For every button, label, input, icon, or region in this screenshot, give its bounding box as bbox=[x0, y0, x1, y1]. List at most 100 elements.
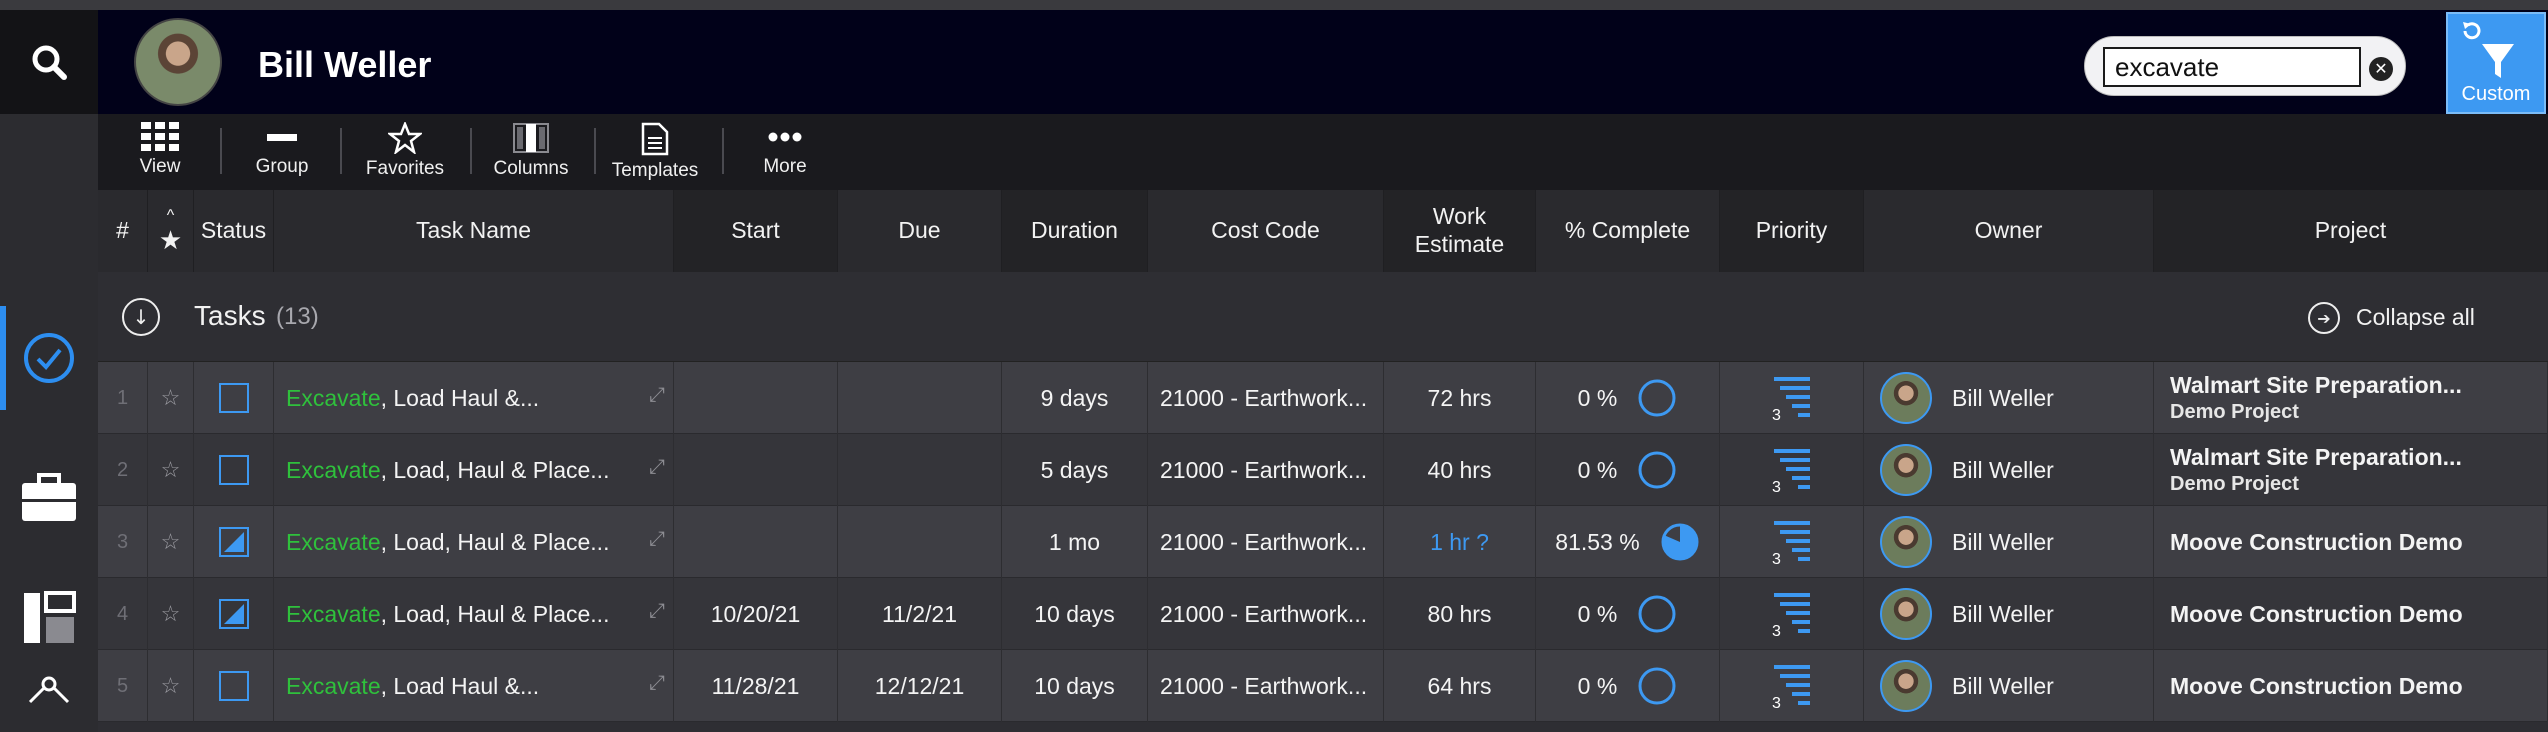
expand-icon[interactable]: ⤢ bbox=[649, 672, 665, 695]
table-row[interactable]: 4 ☆ Excavate, Load, Haul & Place... ⤢ 10/20/… bbox=[98, 578, 2548, 650]
due-cell[interactable]: 12/12/21 bbox=[838, 650, 1002, 722]
cost-code-cell[interactable]: 21000 - Earthwork... bbox=[1148, 362, 1384, 434]
expand-icon[interactable]: ⤢ bbox=[649, 456, 665, 479]
col-status[interactable]: Status bbox=[194, 190, 274, 272]
cost-code-cell[interactable]: 21000 - Earthwork... bbox=[1148, 506, 1384, 578]
table-row[interactable]: 1 ☆ Excavate, Load Haul &... ⤢ 9 days 21000 -… bbox=[98, 362, 2548, 434]
task-name-cell[interactable]: Excavate, Load, Haul & Place... ⤢ bbox=[274, 434, 674, 506]
columns-button[interactable]: Columns bbox=[488, 122, 574, 188]
start-cell[interactable]: 10/20/21 bbox=[674, 578, 838, 650]
collapse-all-icon[interactable]: ➔ bbox=[2308, 302, 2340, 334]
task-name-cell[interactable]: Excavate, Load, Haul & Place... ⤢ bbox=[274, 506, 674, 578]
start-cell[interactable] bbox=[674, 506, 838, 578]
priority-cell[interactable]: 3 bbox=[1720, 578, 1864, 650]
col-start[interactable]: Start bbox=[674, 190, 838, 272]
star-outline-icon[interactable]: ☆ bbox=[161, 601, 181, 627]
task-name-cell[interactable]: Excavate, Load Haul &... ⤢ bbox=[274, 362, 674, 434]
rail-search-button[interactable] bbox=[0, 10, 98, 114]
expand-icon[interactable]: ⤢ bbox=[649, 528, 665, 551]
due-cell[interactable]: 11/2/21 bbox=[838, 578, 1002, 650]
pct-complete-cell[interactable]: 0 % bbox=[1536, 578, 1720, 650]
rail-item-tasks[interactable] bbox=[0, 306, 98, 410]
col-pct-complete[interactable]: % Complete bbox=[1536, 190, 1720, 272]
rail-item-projects[interactable] bbox=[0, 446, 98, 550]
work-estimate-cell[interactable]: 64 hrs bbox=[1384, 650, 1536, 722]
favorites-button[interactable]: Favorites bbox=[360, 122, 450, 188]
task-name-cell[interactable]: Excavate, Load, Haul & Place... ⤢ bbox=[274, 578, 674, 650]
owner-cell[interactable]: Bill Weller bbox=[1864, 578, 2154, 650]
owner-cell[interactable]: Bill Weller bbox=[1864, 506, 2154, 578]
status-checkbox[interactable] bbox=[218, 455, 249, 485]
star-outline-icon[interactable]: ☆ bbox=[161, 457, 181, 483]
start-cell[interactable]: 11/28/21 bbox=[674, 650, 838, 722]
col-due[interactable]: Due bbox=[838, 190, 1002, 272]
col-owner[interactable]: Owner bbox=[1864, 190, 2154, 272]
clear-search-icon[interactable]: ✕ bbox=[2369, 57, 2393, 81]
pct-complete-cell[interactable]: 0 % bbox=[1536, 362, 1720, 434]
priority-cell[interactable]: 3 bbox=[1720, 362, 1864, 434]
owner-cell[interactable]: Bill Weller bbox=[1864, 434, 2154, 506]
col-duration[interactable]: Duration bbox=[1002, 190, 1148, 272]
status-checkbox[interactable] bbox=[218, 383, 249, 413]
start-cell[interactable] bbox=[674, 434, 838, 506]
pct-complete-cell[interactable]: 81.53 % bbox=[1536, 506, 1720, 578]
duration-cell[interactable]: 5 days bbox=[1002, 434, 1148, 506]
group-button[interactable]: Group bbox=[248, 122, 316, 188]
col-work-estimate[interactable]: Work Estimate bbox=[1384, 190, 1536, 272]
col-cost-code[interactable]: Cost Code bbox=[1148, 190, 1384, 272]
start-cell[interactable] bbox=[674, 362, 838, 434]
user-avatar[interactable] bbox=[134, 18, 222, 106]
group-toggle-icon[interactable]: ↓ bbox=[122, 298, 160, 336]
due-cell[interactable] bbox=[838, 506, 1002, 578]
cost-code-cell[interactable]: 21000 - Earthwork... bbox=[1148, 650, 1384, 722]
pct-complete-cell[interactable]: 0 % bbox=[1536, 434, 1720, 506]
col-favorite[interactable]: ^ ★ bbox=[148, 190, 194, 272]
rail-item-network[interactable] bbox=[0, 672, 98, 732]
more-button[interactable]: More bbox=[750, 122, 820, 188]
status-checkbox[interactable] bbox=[218, 527, 249, 557]
project-cell[interactable]: Walmart Site Preparation... Demo Project bbox=[2154, 434, 2548, 506]
status-checkbox[interactable] bbox=[218, 671, 249, 701]
duration-cell[interactable]: 10 days bbox=[1002, 650, 1148, 722]
view-button[interactable]: View bbox=[130, 122, 190, 188]
duration-cell[interactable]: 1 mo bbox=[1002, 506, 1148, 578]
pct-complete-cell[interactable]: 0 % bbox=[1536, 650, 1720, 722]
star-outline-icon[interactable]: ☆ bbox=[161, 385, 181, 411]
col-priority[interactable]: Priority bbox=[1720, 190, 1864, 272]
table-row[interactable]: 3 ☆ Excavate, Load, Haul & Place... ⤢ 1 mo 21… bbox=[98, 506, 2548, 578]
project-cell[interactable]: Moove Construction Demo bbox=[2154, 506, 2548, 578]
duration-cell[interactable]: 9 days bbox=[1002, 362, 1148, 434]
work-estimate-cell[interactable]: 1 hr ? bbox=[1384, 506, 1536, 578]
task-name-cell[interactable]: Excavate, Load Haul &... ⤢ bbox=[274, 650, 674, 722]
owner-cell[interactable]: Bill Weller bbox=[1864, 650, 2154, 722]
star-outline-icon[interactable]: ☆ bbox=[161, 673, 181, 699]
col-task-name[interactable]: Task Name bbox=[274, 190, 674, 272]
due-cell[interactable] bbox=[838, 434, 1002, 506]
owner-cell[interactable]: Bill Weller bbox=[1864, 362, 2154, 434]
search-input[interactable] bbox=[2103, 47, 2361, 87]
work-estimate-cell[interactable]: 40 hrs bbox=[1384, 434, 1536, 506]
collapse-all-button[interactable]: Collapse all bbox=[2356, 304, 2475, 331]
status-checkbox[interactable] bbox=[218, 599, 249, 629]
project-cell[interactable]: Moove Construction Demo bbox=[2154, 578, 2548, 650]
project-cell[interactable]: Moove Construction Demo bbox=[2154, 650, 2548, 722]
priority-cell[interactable]: 3 bbox=[1720, 650, 1864, 722]
project-cell[interactable]: Walmart Site Preparation... Demo Project bbox=[2154, 362, 2548, 434]
rail-item-boards[interactable] bbox=[0, 566, 98, 670]
cost-code-cell[interactable]: 21000 - Earthwork... bbox=[1148, 578, 1384, 650]
expand-icon[interactable]: ⤢ bbox=[649, 384, 665, 407]
custom-filter-button[interactable]: Custom bbox=[2446, 12, 2546, 114]
priority-cell[interactable]: 3 bbox=[1720, 506, 1864, 578]
star-outline-icon[interactable]: ☆ bbox=[161, 529, 181, 555]
table-row[interactable]: 5 ☆ Excavate, Load Haul &... ⤢ 11/28/21 12/12… bbox=[98, 650, 2548, 722]
due-cell[interactable] bbox=[838, 362, 1002, 434]
work-estimate-cell[interactable]: 72 hrs bbox=[1384, 362, 1536, 434]
cost-code-cell[interactable]: 21000 - Earthwork... bbox=[1148, 434, 1384, 506]
expand-icon[interactable]: ⤢ bbox=[649, 600, 665, 623]
templates-button[interactable]: Templates bbox=[606, 122, 704, 188]
priority-cell[interactable]: 3 bbox=[1720, 434, 1864, 506]
work-estimate-cell[interactable]: 80 hrs bbox=[1384, 578, 1536, 650]
col-project[interactable]: Project bbox=[2154, 190, 2548, 272]
duration-cell[interactable]: 10 days bbox=[1002, 578, 1148, 650]
table-row[interactable]: 2 ☆ Excavate, Load, Haul & Place... ⤢ 5 days… bbox=[98, 434, 2548, 506]
